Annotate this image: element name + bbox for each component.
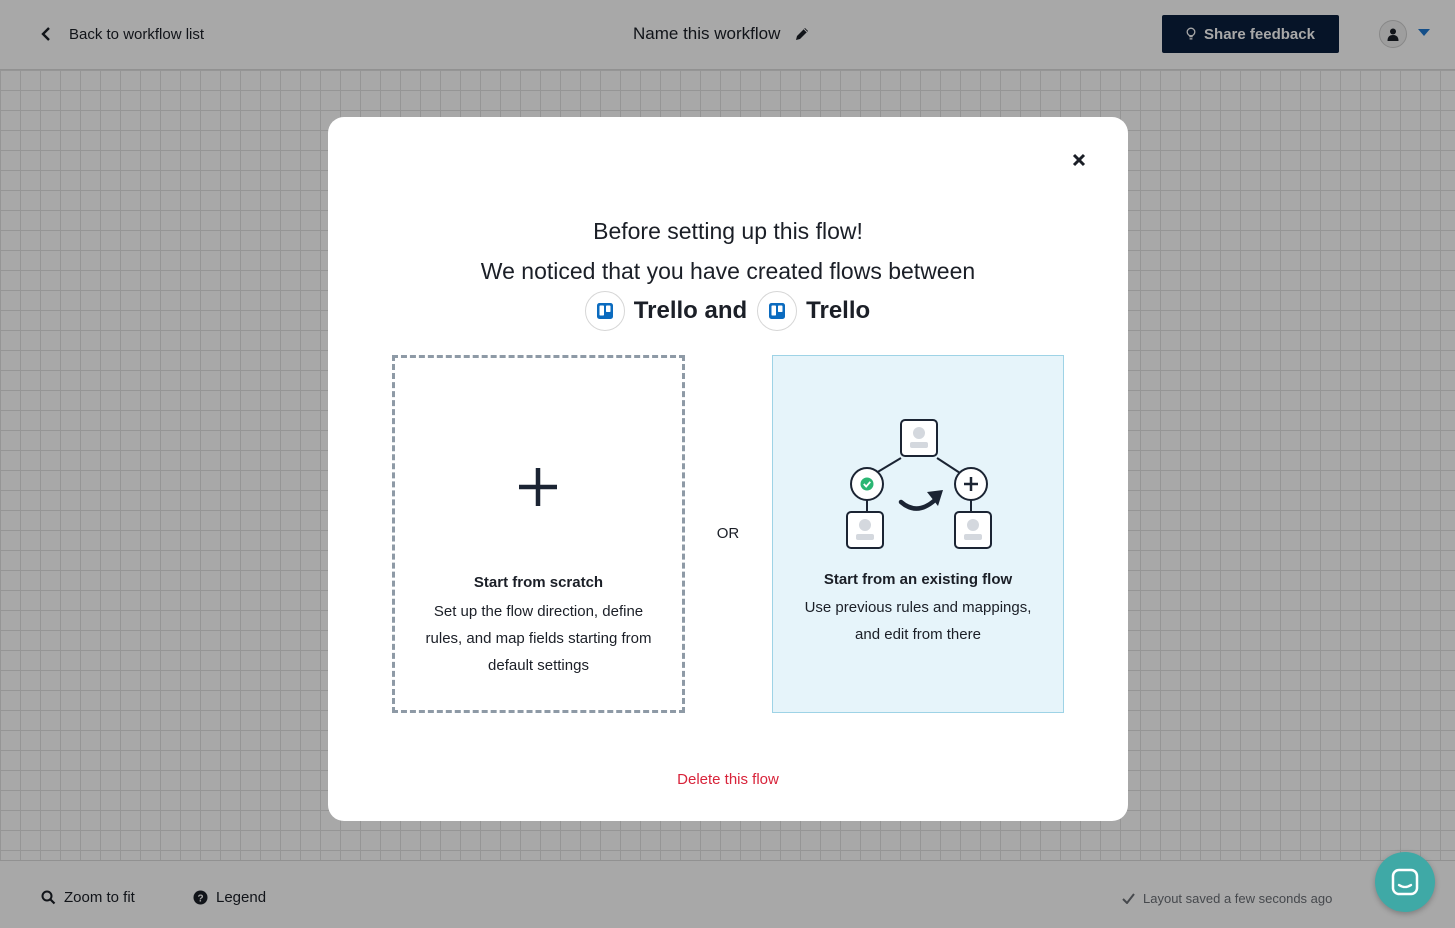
existing-card-description: Use previous rules and mappings, and edi… <box>804 599 1032 643</box>
flow-illustration-icon <box>846 419 992 549</box>
plus-icon <box>519 468 557 506</box>
setup-flow-modal: Before setting up this flow! We noticed … <box>328 117 1128 821</box>
existing-card-title: Start from an existing flow <box>823 571 1013 588</box>
trello-logo <box>584 291 625 331</box>
trello-icon <box>596 303 613 319</box>
modal-subheading: We noticed that you have created flows b… <box>480 258 976 284</box>
start-from-existing-flow-card[interactable]: Start from an existing flow Use previous… <box>772 355 1064 713</box>
trello-icon <box>769 303 786 319</box>
trello-logo <box>757 291 798 331</box>
chat-launcher-button[interactable] <box>1375 852 1435 912</box>
scratch-card-description: Set up the flow direction, define rules,… <box>425 603 652 674</box>
app-name-source: Trello and <box>633 297 748 324</box>
connected-apps: Trello and Trello <box>328 291 1128 331</box>
chat-icon <box>1391 868 1419 896</box>
delete-flow-link[interactable]: Delete this flow <box>328 771 1128 788</box>
scratch-card-title: Start from scratch <box>473 574 604 591</box>
or-divider: OR <box>716 525 740 542</box>
close-icon[interactable] <box>1072 153 1086 167</box>
app-name-target: Trello <box>806 297 871 324</box>
start-from-scratch-card[interactable]: Start from scratch Set up the flow direc… <box>392 355 685 713</box>
modal-heading: Before setting up this flow! <box>593 218 863 244</box>
